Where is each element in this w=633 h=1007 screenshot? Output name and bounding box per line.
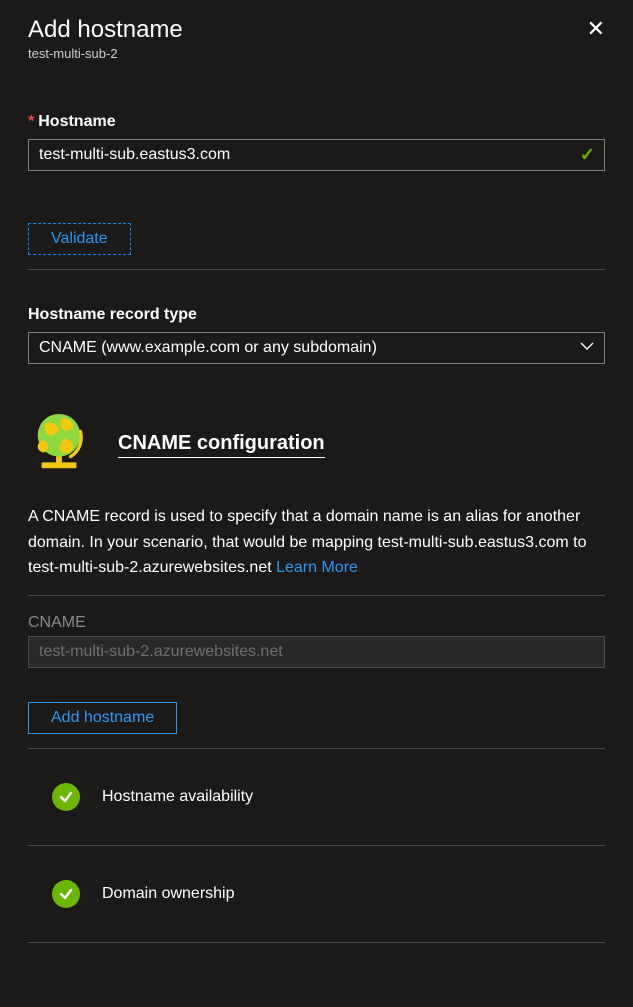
hostname-label: *Hostname <box>28 113 605 131</box>
divider <box>28 595 605 596</box>
status-text-ownership: Domain ownership <box>102 885 235 903</box>
learn-more-link[interactable]: Learn More <box>276 559 358 576</box>
record-type-selected: CNAME (www.example.com or any subdomain) <box>39 339 377 357</box>
config-title: CNAME configuration <box>118 432 325 458</box>
chevron-down-icon <box>579 338 595 358</box>
record-type-select[interactable]: CNAME (www.example.com or any subdomain) <box>28 332 605 364</box>
close-icon[interactable]: ✕ <box>587 16 605 40</box>
globe-icon <box>28 410 90 480</box>
status-text-availability: Hostname availability <box>102 788 253 806</box>
success-icon <box>52 783 80 811</box>
panel-title: Add hostname <box>28 16 183 44</box>
required-asterisk: * <box>28 113 34 130</box>
cname-input <box>28 636 605 668</box>
panel-subtitle: test-multi-sub-2 <box>28 46 183 61</box>
record-type-label: Hostname record type <box>28 306 605 324</box>
add-hostname-button[interactable]: Add hostname <box>28 702 177 734</box>
config-description: A CNAME record is used to specify that a… <box>28 504 605 581</box>
status-row-ownership: Domain ownership <box>28 846 605 942</box>
cname-label: CNAME <box>28 614 605 632</box>
validate-button[interactable]: Validate <box>28 223 131 255</box>
hostname-input[interactable] <box>28 139 605 171</box>
divider <box>28 269 605 270</box>
success-icon <box>52 880 80 908</box>
status-row-availability: Hostname availability <box>28 749 605 845</box>
divider <box>28 942 605 943</box>
checkmark-icon: ✓ <box>580 145 595 166</box>
